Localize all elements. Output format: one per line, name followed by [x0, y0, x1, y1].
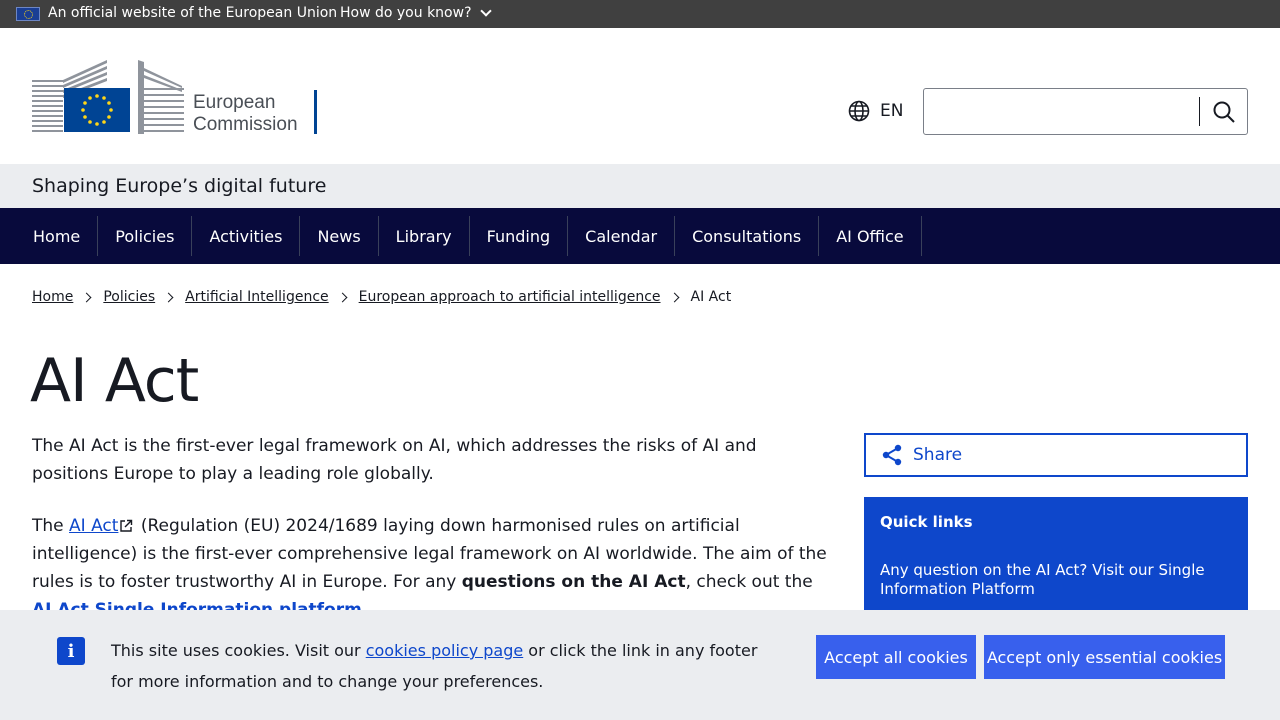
chevron-right-icon	[163, 292, 174, 302]
breadcrumb-european-approach[interactable]: European approach to artificial intellig…	[359, 289, 661, 305]
share-button[interactable]: Share	[864, 433, 1248, 477]
intro-paragraph: The AI Act is the first-ever legal frame…	[32, 436, 757, 484]
how-do-you-know-toggle[interactable]: How do you know?	[340, 5, 492, 21]
menu-item-news[interactable]: News	[300, 216, 379, 256]
search-icon	[1213, 101, 1235, 123]
eu-flag-icon	[16, 7, 40, 21]
globe-icon	[848, 100, 870, 122]
logo-wordmark: European Commission	[193, 92, 298, 135]
chevron-right-icon	[669, 292, 679, 302]
breadcrumb-current: AI Act	[690, 289, 732, 305]
menu-item-home[interactable]: Home	[16, 216, 99, 256]
ai-act-link[interactable]: AI Act	[69, 516, 118, 536]
eu-official-banner: An official website of the European Unio…	[0, 0, 1280, 28]
menu-item-funding[interactable]: Funding	[470, 216, 569, 256]
breadcrumb-artificial-intelligence[interactable]: Artificial Intelligence	[185, 289, 329, 305]
search-button[interactable]	[1206, 95, 1242, 129]
how-do-you-know-label: How do you know?	[340, 5, 472, 21]
cookies-policy-link[interactable]: cookies policy page	[366, 641, 524, 660]
site-header: European Commission EN	[0, 28, 1280, 164]
breadcrumb: Home Policies Artificial Intelligence Eu…	[32, 289, 731, 305]
main-menu: Home Policies Activities News Library Fu…	[0, 208, 1280, 264]
share-icon	[882, 444, 902, 466]
accept-essential-cookies-button[interactable]: Accept only essential cookies	[984, 635, 1225, 679]
menu-item-ai-office[interactable]: AI Office	[819, 216, 922, 256]
cookie-banner: i This site uses cookies. Visit our cook…	[0, 610, 1280, 720]
chevron-right-icon	[81, 292, 92, 302]
page-title: AI Act	[30, 346, 199, 416]
breadcrumb-home[interactable]: Home	[32, 289, 73, 305]
quick-links-title: Quick links	[880, 513, 973, 531]
quick-link-single-information-platform[interactable]: Any question on the AI Act? Visit our Si…	[880, 561, 1232, 599]
quick-links-panel: Quick links Any question on the AI Act? …	[864, 497, 1248, 627]
questions-bold: questions on the AI Act	[461, 572, 686, 592]
chevron-right-icon	[337, 292, 348, 302]
menu-item-activities[interactable]: Activities	[192, 216, 301, 256]
site-name[interactable]: Shaping Europe’s digital future	[32, 175, 326, 197]
search-input[interactable]	[924, 89, 1199, 134]
menu-item-consultations[interactable]: Consultations	[675, 216, 820, 256]
language-code: EN	[880, 101, 904, 121]
share-label: Share	[913, 445, 963, 465]
search-box	[923, 88, 1248, 135]
language-selector[interactable]: EN	[848, 100, 903, 122]
menu-item-library[interactable]: Library	[379, 216, 470, 256]
body-paragraph: The AI Act (Regulation (EU) 2024/1689 la…	[32, 512, 836, 624]
menu-item-policies[interactable]: Policies	[98, 216, 193, 256]
external-link-icon	[120, 519, 133, 532]
logo-separator	[314, 90, 317, 134]
site-name-bar: Shaping Europe’s digital future	[0, 164, 1280, 208]
cookie-message: This site uses cookies. Visit our cookie…	[111, 641, 758, 691]
chevron-down-icon	[479, 5, 492, 17]
menu-item-calendar[interactable]: Calendar	[568, 216, 676, 256]
accept-all-cookies-button[interactable]: Accept all cookies	[816, 635, 976, 679]
breadcrumb-policies[interactable]: Policies	[103, 289, 155, 305]
info-icon: i	[57, 637, 85, 665]
search-divider	[1199, 97, 1200, 126]
eu-official-text: An official website of the European Unio…	[48, 5, 338, 21]
